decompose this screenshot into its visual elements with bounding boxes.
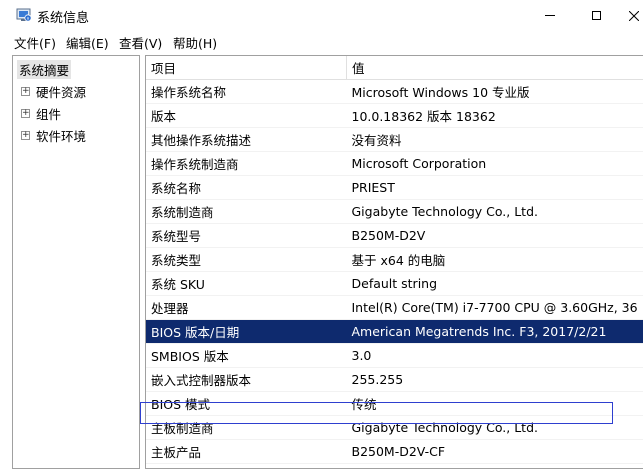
row-item-cell: 版本	[146, 103, 347, 128]
details-list[interactable]: 项目 值 操作系统名称 Microsoft Windows 10 专业版 版本 10.…	[145, 55, 643, 469]
tree-item-label: 硬件资源	[36, 85, 87, 100]
minimize-icon	[545, 15, 555, 16]
tree-item-software-environment[interactable]: + 软件环境	[21, 126, 86, 145]
row-value-cell: Gigabyte Technology Co., Ltd.	[346, 415, 643, 440]
row-value-cell: Intel(R) Core(TM) i7-7700 CPU @ 3.60GHz,…	[346, 295, 643, 320]
close-button[interactable]	[619, 0, 643, 31]
row-value-cell: 传统	[346, 391, 643, 416]
row-value-cell: 3.0	[346, 343, 643, 368]
row-value-cell: Default string	[346, 271, 643, 296]
row-value-cell: 没有资料	[346, 127, 643, 152]
system-info-icon	[16, 8, 32, 22]
row-item-cell: SMBIOS 版本	[146, 343, 347, 368]
table-row[interactable]: 主板制造商 Gigabyte Technology Co., Ltd.	[146, 415, 643, 440]
row-value-cell: Microsoft Windows 10 专业版	[346, 79, 643, 104]
row-item-cell: 主板制造商	[146, 415, 347, 440]
row-item-cell: 主板产品	[146, 439, 347, 464]
table-row[interactable]: 系统名称 PRIEST	[146, 175, 643, 200]
expand-icon[interactable]: +	[21, 109, 30, 118]
tree-item-label: 软件环境	[36, 129, 87, 144]
menu-help[interactable]: 帮助(H)	[173, 33, 217, 52]
table-row[interactable]: 处理器 Intel(R) Core(TM) i7-7700 CPU @ 3.60G…	[146, 295, 643, 320]
maximize-button[interactable]	[573, 0, 619, 31]
tree-item-components[interactable]: + 组件	[21, 104, 61, 123]
row-value-cell: Microsoft Corporation	[346, 151, 643, 176]
title-bar[interactable]: 系统信息	[0, 0, 643, 32]
row-value-cell: PRIEST	[346, 175, 643, 200]
row-item-cell: 系统制造商	[146, 199, 347, 224]
row-value-cell: B250M-D2V-CF	[346, 439, 643, 464]
close-icon	[629, 10, 639, 21]
details-table: 项目 值 操作系统名称 Microsoft Windows 10 专业版 版本 10.…	[146, 56, 643, 468]
row-value-cell: American Megatrends Inc. F3, 2017/2/21	[346, 319, 643, 344]
table-row[interactable]: 系统制造商 Gigabyte Technology Co., Ltd.	[146, 199, 643, 224]
expand-icon[interactable]: +	[21, 87, 30, 96]
table-row[interactable]: 操作系统名称 Microsoft Windows 10 专业版	[146, 79, 643, 104]
table-row[interactable]: 操作系统制造商 Microsoft Corporation	[146, 151, 643, 176]
tree-item-system-summary[interactable]: 系统摘要	[17, 60, 72, 79]
menu-view[interactable]: 查看(V)	[119, 33, 162, 52]
row-item-cell: 系统类型	[146, 247, 347, 272]
menu-file[interactable]: 文件(F)	[14, 33, 56, 52]
row-item-cell: 处理器	[146, 295, 347, 320]
column-header-item[interactable]: 项目	[146, 56, 347, 80]
table-row[interactable]: BIOS 模式 传统	[146, 391, 643, 416]
table-row[interactable]: 系统类型 基于 x64 的电脑	[146, 247, 643, 272]
menu-edit[interactable]: 编辑(E)	[66, 33, 109, 52]
row-item-cell: BIOS 模式	[146, 391, 347, 416]
menu-bar: 文件(F) 编辑(E) 查看(V) 帮助(H)	[0, 31, 643, 51]
table-row[interactable]: 嵌入式控制器版本 255.255	[146, 367, 643, 392]
table-row[interactable]: 其他操作系统描述 没有资料	[146, 127, 643, 152]
row-item-cell: 操作系统名称	[146, 79, 347, 104]
table-row[interactable]: SMBIOS 版本 3.0	[146, 343, 643, 368]
table-row[interactable]: 版本 10.0.18362 版本 18362	[146, 103, 643, 128]
row-value-cell: 基于 x64 的电脑	[346, 247, 643, 272]
table-row[interactable]: 系统 SKU Default string	[146, 271, 643, 296]
minimize-button[interactable]	[527, 0, 573, 31]
column-header-value[interactable]: 值	[346, 56, 643, 80]
row-value-cell: B250M-D2V	[346, 223, 643, 248]
tree-item-hardware-resources[interactable]: + 硬件资源	[21, 82, 86, 101]
tree-item-label: 组件	[36, 107, 62, 122]
table-row[interactable]: BIOS 版本/日期 American Megatrends Inc. F3, 2…	[146, 319, 643, 344]
expand-icon[interactable]: +	[21, 131, 30, 140]
row-value-cell: 255.255	[346, 367, 643, 392]
row-item-cell: BIOS 版本/日期	[146, 319, 347, 344]
table-row[interactable]: 主板版本x.x	[146, 463, 643, 468]
row-item-cell: 嵌入式控制器版本	[146, 367, 347, 392]
category-tree[interactable]: 系统摘要 + 硬件资源 + 组件 + 软件环境	[12, 55, 140, 469]
row-value-cell: x.x	[346, 463, 643, 468]
maximize-icon	[591, 11, 601, 20]
row-item-cell: 系统名称	[146, 175, 347, 200]
row-item-cell: 操作系统制造商	[146, 151, 347, 176]
window-title: 系统信息	[37, 11, 90, 26]
row-value-cell: 10.0.18362 版本 18362	[346, 103, 643, 128]
table-row[interactable]: 系统型号 B250M-D2V	[146, 223, 643, 248]
row-item-cell: 其他操作系统描述	[146, 127, 347, 152]
table-row[interactable]: 主板产品 B250M-D2V-CF	[146, 439, 643, 464]
row-item-cell: 系统型号	[146, 223, 347, 248]
row-value-cell: Gigabyte Technology Co., Ltd.	[346, 199, 643, 224]
row-item-cell: 主板版本	[146, 463, 347, 468]
row-item-cell: 系统 SKU	[146, 271, 347, 296]
